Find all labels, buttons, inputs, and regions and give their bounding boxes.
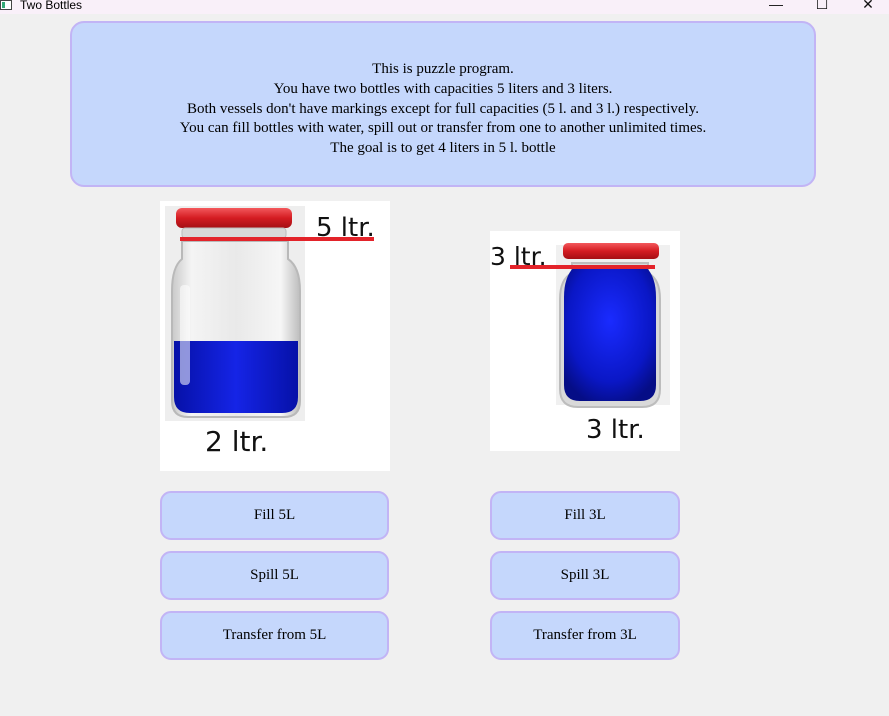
instruction-line: Both vessels don't have markings except … bbox=[187, 100, 699, 117]
bottle-5l-capacity-label: 5 ltr. bbox=[316, 213, 375, 243]
instructions-panel: This is puzzle program. You have two bot… bbox=[70, 21, 816, 187]
spill-3l-button[interactable]: Spill 3L bbox=[490, 551, 680, 600]
minimize-icon[interactable]: — bbox=[753, 0, 799, 14]
fill-5l-button[interactable]: Fill 5L bbox=[160, 491, 389, 540]
bottle-3l-water bbox=[564, 267, 656, 401]
maximize-icon[interactable]: ☐ bbox=[799, 0, 845, 14]
spill-5l-button[interactable]: Spill 5L bbox=[160, 551, 389, 600]
fill-3l-button[interactable]: Fill 3L bbox=[490, 491, 680, 540]
bottle-5l-lid bbox=[176, 208, 292, 228]
bottle-3l-level-label: 3 ltr. bbox=[586, 415, 645, 445]
bottle-5l-level-label: 2 ltr. bbox=[205, 425, 268, 458]
close-icon[interactable]: ✕ bbox=[845, 0, 889, 14]
instruction-line: This is puzzle program. bbox=[372, 61, 514, 77]
instruction-line: The goal is to get 4 liters in 5 l. bott… bbox=[330, 140, 556, 157]
app-icon bbox=[0, 0, 12, 10]
transfer-from-3l-button[interactable]: Transfer from 3L bbox=[490, 611, 680, 660]
bottle-3l-capacity-label: 3 ltr. bbox=[490, 242, 547, 271]
title-bar: Two Bottles — ☐ ✕ bbox=[0, 0, 889, 14]
bottle-5l-image: 5 ltr. 2 ltr. bbox=[160, 201, 390, 471]
instruction-line: You have two bottles with capacities 5 l… bbox=[273, 80, 613, 97]
bottle-5l-water bbox=[174, 341, 298, 413]
instruction-line: You can fill bottles with water, spill o… bbox=[179, 120, 707, 137]
bottle-3l-lid bbox=[563, 243, 659, 259]
bottle-3l-image: 3 ltr. 3 ltr. bbox=[490, 231, 680, 451]
transfer-from-5l-button[interactable]: Transfer from 5L bbox=[160, 611, 389, 660]
window-title: Two Bottles bbox=[20, 0, 83, 12]
